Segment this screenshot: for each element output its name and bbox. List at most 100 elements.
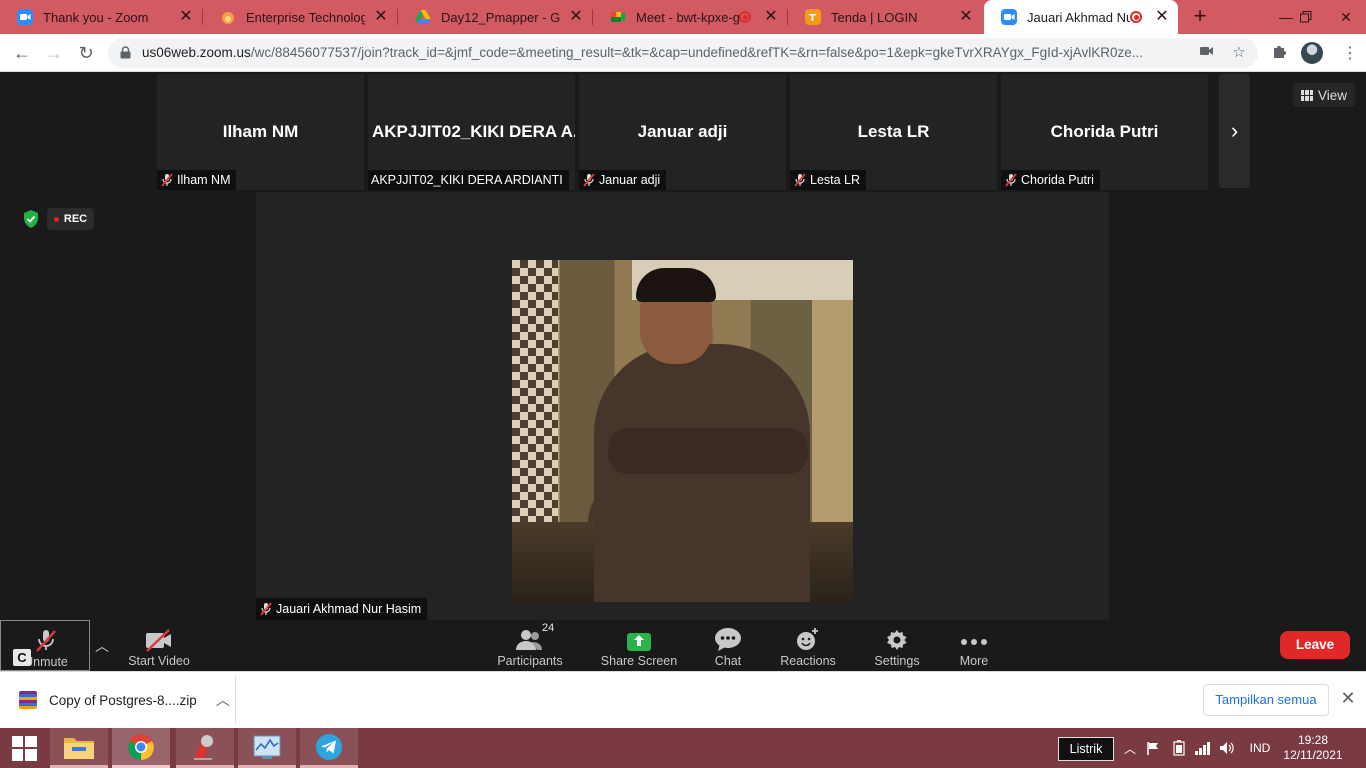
- taskbar-clock[interactable]: 19:28 12/11/2021: [1278, 733, 1348, 763]
- chevron-up-icon[interactable]: ︿: [1122, 728, 1138, 768]
- recording-indicator-icon: [739, 11, 751, 23]
- url-text[interactable]: us06web.zoom.us/wc/88456077537/join?trac…: [142, 38, 1192, 68]
- participant-tile[interactable]: Ilham NM Ilham NM: [157, 74, 364, 190]
- address-bar[interactable]: us06web.zoom.us/wc/88456077537/join?trac…: [108, 38, 1258, 68]
- task-manager-icon[interactable]: [238, 728, 296, 768]
- reactions-icon: [797, 628, 818, 650]
- input-language[interactable]: IND: [1244, 728, 1276, 768]
- battery-icon[interactable]: [1170, 728, 1188, 768]
- restore-button[interactable]: [1286, 0, 1326, 34]
- close-icon[interactable]: ✕: [958, 9, 974, 25]
- mic-muted-icon: [260, 602, 272, 616]
- show-all-downloads-button[interactable]: Tampilkan semua: [1203, 684, 1329, 716]
- gallery-grid-icon: [1300, 89, 1313, 101]
- file-explorer-icon[interactable]: [50, 728, 108, 768]
- google-meet-icon: [610, 9, 626, 25]
- participant-name-tag: Januar adji: [579, 170, 667, 190]
- download-shelf: Copy of Postgres-8....zip ︿ Tampilkan se…: [0, 671, 1366, 728]
- leave-button[interactable]: Leave: [1280, 631, 1350, 659]
- back-button[interactable]: ←: [8, 39, 36, 67]
- close-icon[interactable]: ✕: [1339, 688, 1357, 708]
- close-icon[interactable]: ✕: [763, 9, 779, 25]
- tray-tooltip: Listrik: [1058, 737, 1114, 761]
- forward-button[interactable]: →: [40, 39, 68, 67]
- close-icon[interactable]: ✕: [1154, 9, 1170, 25]
- unmute-button[interactable]: Unmute C: [0, 620, 90, 671]
- chevron-up-icon[interactable]: ︿: [216, 690, 230, 710]
- mic-muted-icon: [1005, 173, 1017, 187]
- video-off-icon: [146, 629, 171, 652]
- tab-day12-pmapper[interactable]: Day12_Pmapper - Googl ✕: [398, 0, 592, 34]
- star-icon[interactable]: ☆: [1230, 44, 1248, 62]
- more-button[interactable]: More: [948, 620, 1000, 671]
- participant-tile[interactable]: Chorida Putri Chorida Putri: [1001, 74, 1208, 190]
- mic-muted-icon: [36, 630, 56, 652]
- reload-icon: ↻: [78, 42, 94, 63]
- close-icon[interactable]: ✕: [178, 9, 194, 25]
- participants-count: 24: [542, 622, 555, 634]
- audio-options-caret[interactable]: ︿: [94, 636, 110, 654]
- chevron-up-icon: ︿: [95, 638, 109, 654]
- zoom-icon: [1001, 9, 1017, 25]
- next-page-button[interactable]: ›: [1219, 74, 1250, 188]
- camera-icon[interactable]: [1198, 44, 1216, 62]
- lock-icon: [120, 46, 131, 59]
- reload-button[interactable]: ↻: [72, 39, 100, 67]
- ccleaner-icon[interactable]: [176, 728, 234, 768]
- tab-thank-you-zoom[interactable]: Thank you - Zoom ✕: [0, 0, 202, 34]
- tenda-icon: T: [805, 9, 821, 25]
- url-host: us06web.zoom.us: [142, 45, 251, 60]
- kebab-menu-icon[interactable]: ⋮: [1340, 43, 1360, 63]
- new-tab-button[interactable]: +: [1188, 5, 1212, 29]
- start-button[interactable]: [0, 728, 48, 768]
- windows-logo-icon: [11, 735, 37, 761]
- participant-name-tag: AKPJJIT02_KIKI DERA ARDIANTI: [368, 170, 569, 190]
- clock-time: 19:28: [1297, 733, 1329, 747]
- chat-button[interactable]: Chat: [700, 620, 756, 671]
- participants-button[interactable]: Participants: [490, 620, 570, 671]
- puzzle-icon[interactable]: [1269, 43, 1289, 63]
- reactions-button[interactable]: Reactions: [776, 620, 840, 671]
- tab-jauari-zoom-active[interactable]: Jauari Akhmad Nur H ✕: [984, 0, 1178, 34]
- participant-tile[interactable]: Januar adji Januar adji: [579, 74, 786, 190]
- tab-tenda-login[interactable]: T Tenda | LOGIN ✕: [788, 0, 982, 34]
- more-dots-icon: [961, 639, 987, 645]
- chrome-icon[interactable]: [112, 728, 170, 768]
- back-arrow-icon: ←: [13, 42, 31, 63]
- volume-icon[interactable]: [1218, 728, 1236, 768]
- meeting-controls-bar: Unmute C ︿ Start Video Participants 24 S…: [0, 620, 1366, 671]
- participant-tile[interactable]: AKPJJIT02_KIKI DERA A... AKPJJIT02_KIKI …: [368, 74, 575, 190]
- speaker-name-tag: Jauari Akhmad Nur Hasim: [256, 598, 428, 620]
- caption-badge[interactable]: C: [13, 649, 31, 666]
- download-item[interactable]: Copy of Postgres-8....zip ︿: [0, 677, 236, 723]
- view-button[interactable]: View: [1293, 83, 1355, 107]
- recording-badge[interactable]: REC: [47, 208, 94, 230]
- close-icon[interactable]: ✕: [373, 9, 389, 25]
- window-close-button[interactable]: ✕: [1326, 0, 1366, 34]
- network-signal-icon[interactable]: [1194, 728, 1212, 768]
- avatar[interactable]: [1301, 42, 1323, 64]
- chevron-right-icon: ›: [1230, 118, 1239, 143]
- zoom-meeting-stage: Ilham NM Ilham NM AKPJJIT02_KIKI DERA A.…: [0, 72, 1366, 620]
- tab-enterprise-technology[interactable]: Enterprise Technology H ✕: [203, 0, 397, 34]
- share-screen-button[interactable]: Share Screen: [598, 620, 680, 671]
- participant-name-tag: Ilham NM: [157, 170, 237, 190]
- close-icon[interactable]: ✕: [568, 9, 584, 25]
- security-shield-icon[interactable]: [22, 209, 40, 229]
- browser-toolbar: ← → ↻ us06web.zoom.us/wc/88456077537/joi…: [0, 34, 1366, 72]
- gear-icon: [887, 630, 907, 650]
- tab-google-meet[interactable]: Meet - bwt-kpxe-gaj ✕: [593, 0, 787, 34]
- google-drive-icon: [415, 9, 431, 25]
- active-speaker-video: Jauari Akhmad Nur Hasim: [256, 192, 1109, 620]
- speaker-photo: [512, 260, 853, 602]
- download-filename: Copy of Postgres-8....zip: [49, 692, 197, 708]
- flag-icon[interactable]: [1144, 728, 1162, 768]
- settings-button[interactable]: Settings: [868, 620, 926, 671]
- svg-text:T: T: [809, 13, 816, 24]
- start-video-button[interactable]: Start Video: [122, 620, 196, 671]
- chat-icon: [715, 628, 741, 651]
- share-screen-icon: [627, 633, 651, 651]
- participant-tile[interactable]: Lesta LR Lesta LR: [790, 74, 997, 190]
- zip-archive-icon: [19, 691, 37, 709]
- telegram-icon[interactable]: [300, 728, 358, 768]
